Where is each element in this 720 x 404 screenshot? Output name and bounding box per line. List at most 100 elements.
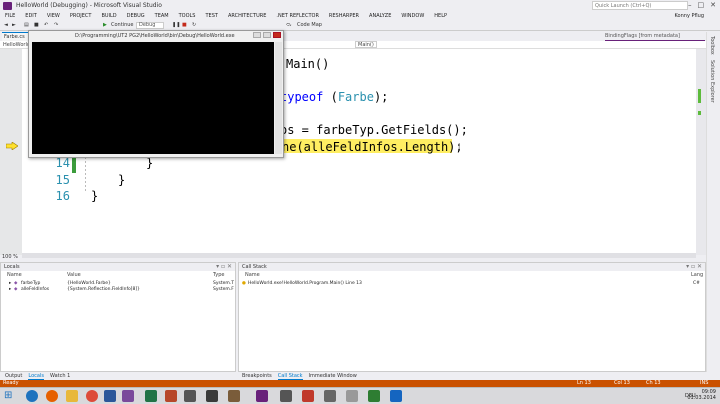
undo-icon[interactable]: ↶	[44, 22, 48, 29]
word-icon[interactable]	[104, 390, 116, 402]
powerpoint-icon[interactable]	[165, 390, 177, 402]
app-icon[interactable]	[368, 390, 380, 402]
console-close-button[interactable]	[273, 32, 281, 38]
panel-controls-icon[interactable]: ▾ ▫ ✕	[216, 263, 232, 271]
code-map-button[interactable]: Code Map	[297, 22, 322, 29]
tab-locals[interactable]: Locals	[28, 373, 44, 380]
change-marker	[698, 89, 701, 103]
maximize-icon[interactable]: □	[698, 1, 705, 9]
locals-row-value[interactable]: {HelloWorld.Farbe}	[67, 281, 111, 286]
expand-icon[interactable]: ▸	[9, 281, 11, 286]
tab-output[interactable]: Output	[5, 373, 22, 380]
menu-item-edit[interactable]: EDIT	[25, 12, 37, 21]
menu-item-window[interactable]: WINDOW	[401, 12, 424, 21]
call-stack-row-name[interactable]: HelloWorld.exe!HelloWorld.Program.Main()…	[248, 281, 362, 286]
menu-item-resharper[interactable]: RESHARPER	[329, 12, 359, 21]
console-scrollbar[interactable]	[275, 42, 282, 154]
console-maximize-button[interactable]	[263, 32, 271, 38]
indicator-margin[interactable]	[0, 49, 22, 255]
menu-item-project[interactable]: PROJECT	[70, 12, 92, 21]
tab-immediate-window[interactable]: Immediate Window	[309, 373, 357, 380]
redo-icon[interactable]: ↷	[54, 22, 58, 29]
menu-item-debug[interactable]: DEBUG	[127, 12, 145, 21]
current-statement-arrow-icon	[6, 142, 18, 150]
app-icon[interactable]	[302, 390, 314, 402]
locals-panel: Locals ▾ ▫ ✕ Name Value Type ▸ ◆ farbeTy…	[0, 262, 236, 380]
windows-start-icon[interactable]: ⊞	[4, 390, 16, 402]
system-clock[interactable]: 09:09 01.03.2014	[687, 389, 716, 401]
save-icon[interactable]: ■	[34, 22, 39, 29]
locals-header: Locals ▾ ▫ ✕	[1, 263, 235, 271]
console-minimize-button[interactable]	[253, 32, 261, 38]
menu-item-team[interactable]: TEAM	[155, 12, 169, 21]
code-brace: }	[91, 189, 99, 203]
locals-col-type: Type	[213, 272, 225, 278]
member-dropdown[interactable]: Main()	[355, 41, 377, 48]
call-stack-header: Call Stack ▾ ▫ ✕	[239, 263, 705, 271]
back-icon[interactable]: ◄	[4, 22, 8, 29]
file-explorer-icon[interactable]	[66, 390, 78, 402]
firefox-icon[interactable]	[46, 390, 58, 402]
menu-item-analyze[interactable]: ANALYZE	[369, 12, 391, 21]
app-icon[interactable]	[346, 390, 358, 402]
onenote-icon[interactable]	[122, 390, 134, 402]
editor-horizontal-scrollbar[interactable]	[22, 253, 696, 258]
menu-item-view[interactable]: VIEW	[47, 12, 60, 21]
locals-row-value[interactable]: {System.Reflection.FieldInfo[8]}	[67, 287, 140, 292]
app-icon[interactable]	[206, 390, 218, 402]
tab-farbe-cs[interactable]: Farbe.cs	[2, 32, 30, 41]
minimize-icon[interactable]: –	[688, 1, 692, 9]
menu-item-file[interactable]: FILE	[5, 12, 15, 21]
tab-watch-1[interactable]: Watch 1	[50, 373, 70, 380]
stop-icon[interactable]: ■	[182, 22, 187, 29]
editor-scrollbar[interactable]	[696, 49, 706, 255]
app-icon[interactable]	[228, 390, 240, 402]
locals-row-name[interactable]: farbeTyp	[21, 281, 40, 286]
window-title: HelloWorld (Debugging) - Microsoft Visua…	[16, 2, 162, 9]
tab-call-stack[interactable]: Call Stack	[277, 373, 303, 380]
locals-row-type: System.T	[213, 281, 234, 286]
console-window[interactable]: D:\Programming\UT2 PG2\HelloWorld\bin\De…	[28, 30, 284, 158]
toolbox-tab[interactable]: Toolbox	[709, 36, 715, 55]
internet-explorer-icon[interactable]	[26, 390, 38, 402]
forward-icon[interactable]: ►	[12, 22, 16, 29]
menu-item-help[interactable]: HELP	[434, 12, 447, 21]
step-over-icon[interactable]: ⤼	[286, 22, 291, 29]
console-title-bar[interactable]: D:\Programming\UT2 PG2\HelloWorld\bin\De…	[29, 31, 283, 41]
change-marker	[698, 111, 701, 115]
solution-explorer-tab[interactable]: Solution Explorer	[709, 60, 715, 103]
menu-item-build[interactable]: BUILD	[101, 12, 116, 21]
continue-icon[interactable]: ▶	[103, 22, 107, 29]
menu-item-architecture[interactable]: ARCHITECTURE	[228, 12, 266, 21]
menu-item-net-reflector[interactable]: .NET REFLECTOR	[276, 12, 319, 21]
app-icon[interactable]	[184, 390, 196, 402]
close-icon[interactable]: ✕	[710, 1, 716, 9]
continue-button[interactable]: Continue	[111, 22, 133, 29]
expand-icon[interactable]: ▸	[9, 287, 11, 292]
excel-icon[interactable]	[145, 390, 157, 402]
restart-icon[interactable]: ↻	[192, 22, 196, 29]
console-output	[32, 42, 274, 154]
chrome-icon[interactable]	[86, 390, 98, 402]
call-stack-panel: Call Stack ▾ ▫ ✕ Name Lang ● HelloWorld.…	[238, 262, 706, 380]
panel-controls-icon[interactable]: ▾ ▫ ✕	[686, 263, 702, 271]
app-icon[interactable]	[324, 390, 336, 402]
user-account[interactable]: Konny Pflug	[675, 12, 704, 21]
menu-item-tools[interactable]: TOOLS	[179, 12, 196, 21]
console-taskbar-icon[interactable]	[280, 390, 292, 402]
visual-studio-icon	[3, 2, 12, 10]
app-icon[interactable]	[390, 390, 402, 402]
quick-launch-input[interactable]: Quick Launch (Ctrl+Q)	[592, 1, 688, 10]
taskbar: ⊞ DEU 09:09 01.03.2014	[0, 387, 720, 404]
open-icon[interactable]: ▤	[24, 22, 29, 29]
zoom-level[interactable]: 100 %	[2, 254, 18, 260]
tab-breakpoints[interactable]: Breakpoints	[242, 373, 272, 380]
config-dropdown[interactable]: Debug	[136, 22, 164, 29]
pause-icon[interactable]: ❚❚	[172, 22, 180, 29]
project-dropdown[interactable]: HelloWorld	[3, 42, 30, 48]
locals-row-name[interactable]: alleFeldInfos	[21, 287, 49, 292]
line-number: 15	[55, 173, 70, 187]
tab-bindingflags[interactable]: BindingFlags [from metadata]	[605, 33, 705, 41]
menu-item-test[interactable]: TEST	[205, 12, 217, 21]
visual-studio-taskbar-icon[interactable]	[256, 390, 268, 402]
